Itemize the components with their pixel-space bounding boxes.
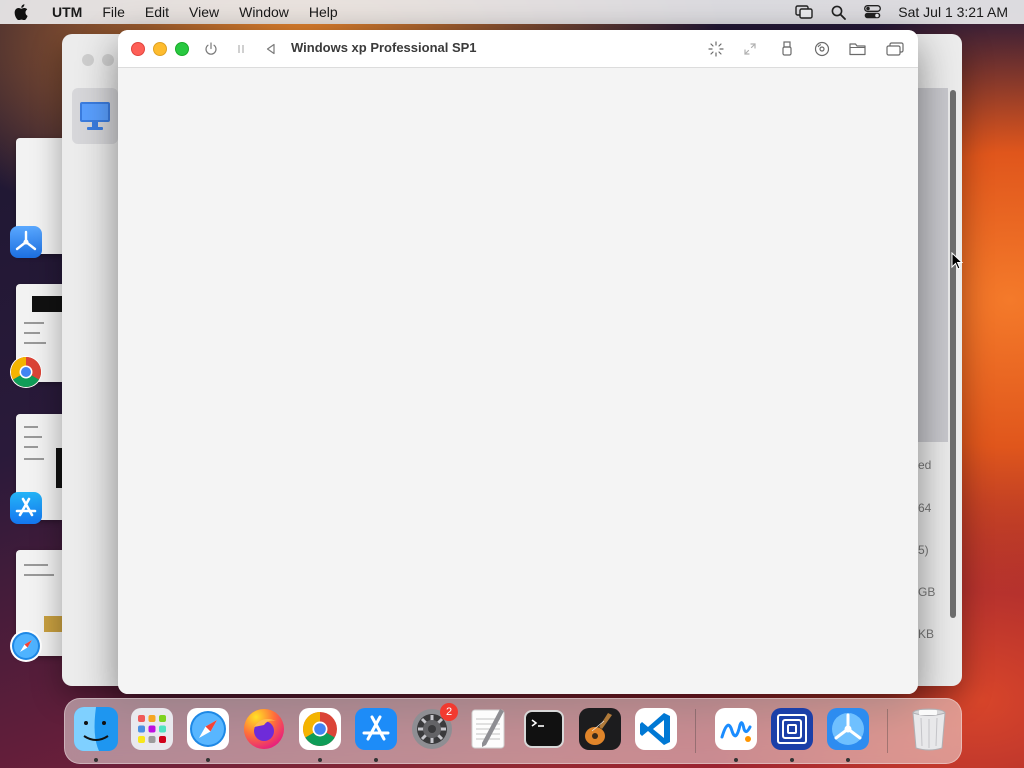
menu-edit[interactable]: Edit bbox=[145, 4, 169, 20]
running-indicator bbox=[94, 758, 98, 762]
garageband-icon bbox=[579, 708, 621, 750]
dock-app-spiral[interactable] bbox=[768, 705, 816, 753]
dock-app-app-store[interactable] bbox=[352, 705, 400, 753]
library-minimize-button[interactable] bbox=[102, 54, 114, 66]
shared-folder-icon[interactable] bbox=[848, 39, 868, 59]
chrome-icon bbox=[299, 708, 341, 750]
dock-app-garageband[interactable] bbox=[576, 705, 624, 753]
chrome-icon[interactable] bbox=[10, 356, 42, 388]
notification-badge: 2 bbox=[440, 703, 458, 721]
menu-bar: UTM File Edit View Window Help Sat Jul 1… bbox=[0, 0, 1024, 24]
dock-separator bbox=[695, 709, 696, 753]
power-icon[interactable] bbox=[201, 39, 221, 59]
pause-icon[interactable] bbox=[231, 39, 251, 59]
menu-window[interactable]: Window bbox=[239, 4, 289, 20]
spiral-app-icon bbox=[771, 708, 813, 750]
dock: 2 bbox=[64, 698, 962, 764]
window-minimize-button[interactable] bbox=[153, 41, 167, 56]
vm-display-window: Windows xp Professional SP1 bbox=[118, 30, 918, 694]
dock-app-freeform[interactable] bbox=[712, 705, 760, 753]
menu-help[interactable]: Help bbox=[309, 4, 338, 20]
dock-trash[interactable] bbox=[905, 705, 953, 753]
vm-detail-status: ed bbox=[918, 458, 932, 472]
menubar-clock[interactable]: Sat Jul 1 3:21 AM bbox=[898, 4, 1008, 20]
app-store-icon[interactable] bbox=[10, 492, 42, 524]
back-icon[interactable] bbox=[261, 39, 281, 59]
dock-separator bbox=[887, 709, 888, 753]
drive-icon[interactable] bbox=[812, 39, 832, 59]
vm-detail-size: KB bbox=[918, 627, 935, 641]
running-indicator bbox=[790, 758, 794, 762]
terminal-icon bbox=[524, 710, 564, 748]
vm-detail-architecture: 64 bbox=[918, 501, 932, 515]
control-center-icon[interactable] bbox=[864, 5, 882, 19]
dock-app-system-settings[interactable]: 2 bbox=[408, 703, 458, 753]
freeform-icon bbox=[715, 708, 757, 750]
library-close-button[interactable] bbox=[82, 54, 94, 66]
finder-icon bbox=[74, 707, 118, 751]
dock-app-safari[interactable] bbox=[184, 705, 232, 753]
vm-preview-pane bbox=[918, 88, 948, 442]
utm-icon[interactable] bbox=[10, 226, 42, 258]
safari-icon[interactable] bbox=[10, 630, 42, 662]
trash-icon bbox=[912, 708, 946, 751]
capture-input-icon[interactable] bbox=[706, 39, 726, 59]
resize-icon[interactable] bbox=[740, 39, 760, 59]
library-traffic-lights[interactable] bbox=[82, 54, 114, 66]
vm-window-titlebar[interactable]: Windows xp Professional SP1 bbox=[118, 30, 918, 68]
vm-detail-memory: GB bbox=[918, 585, 936, 599]
safari-icon bbox=[187, 708, 229, 750]
launchpad-icon bbox=[131, 708, 173, 750]
apple-menu-icon[interactable] bbox=[14, 4, 34, 20]
firefox-icon bbox=[244, 709, 284, 749]
mouse-cursor-icon bbox=[951, 251, 964, 275]
dock-app-finder[interactable] bbox=[72, 705, 120, 753]
vm-detail-system: 5) bbox=[918, 543, 929, 557]
computer-icon bbox=[80, 102, 110, 130]
dock-app-terminal[interactable] bbox=[520, 705, 568, 753]
vm-list-item[interactable] bbox=[72, 88, 118, 144]
app-store-icon bbox=[355, 708, 397, 750]
library-scrollbar[interactable] bbox=[950, 90, 956, 618]
running-indicator bbox=[374, 758, 378, 762]
vm-display-area[interactable] bbox=[118, 68, 918, 694]
spotlight-search-icon[interactable] bbox=[831, 5, 847, 20]
window-close-button[interactable] bbox=[131, 41, 145, 56]
screen-mirroring-icon[interactable] bbox=[795, 5, 813, 19]
dock-app-utm[interactable] bbox=[824, 705, 872, 753]
dock-app-launchpad[interactable] bbox=[128, 705, 176, 753]
vm-window-title: Windows xp Professional SP1 bbox=[291, 40, 477, 55]
running-indicator bbox=[206, 758, 210, 762]
textedit-icon bbox=[471, 709, 505, 749]
menu-file[interactable]: File bbox=[102, 4, 125, 20]
dock-app-firefox[interactable] bbox=[240, 705, 288, 753]
dock-app-chrome[interactable] bbox=[296, 705, 344, 753]
running-indicator bbox=[734, 758, 738, 762]
usb-icon[interactable] bbox=[777, 39, 797, 59]
dock-app-textedit[interactable] bbox=[464, 705, 512, 753]
menu-view[interactable]: View bbox=[189, 4, 219, 20]
utm-icon bbox=[827, 708, 869, 750]
running-indicator bbox=[318, 758, 322, 762]
menu-app-name[interactable]: UTM bbox=[52, 4, 82, 20]
windows-icon[interactable] bbox=[885, 39, 905, 59]
running-indicator bbox=[846, 758, 850, 762]
vscode-icon bbox=[635, 708, 677, 750]
dock-app-vscode[interactable] bbox=[632, 705, 680, 753]
window-zoom-button[interactable] bbox=[175, 41, 189, 56]
